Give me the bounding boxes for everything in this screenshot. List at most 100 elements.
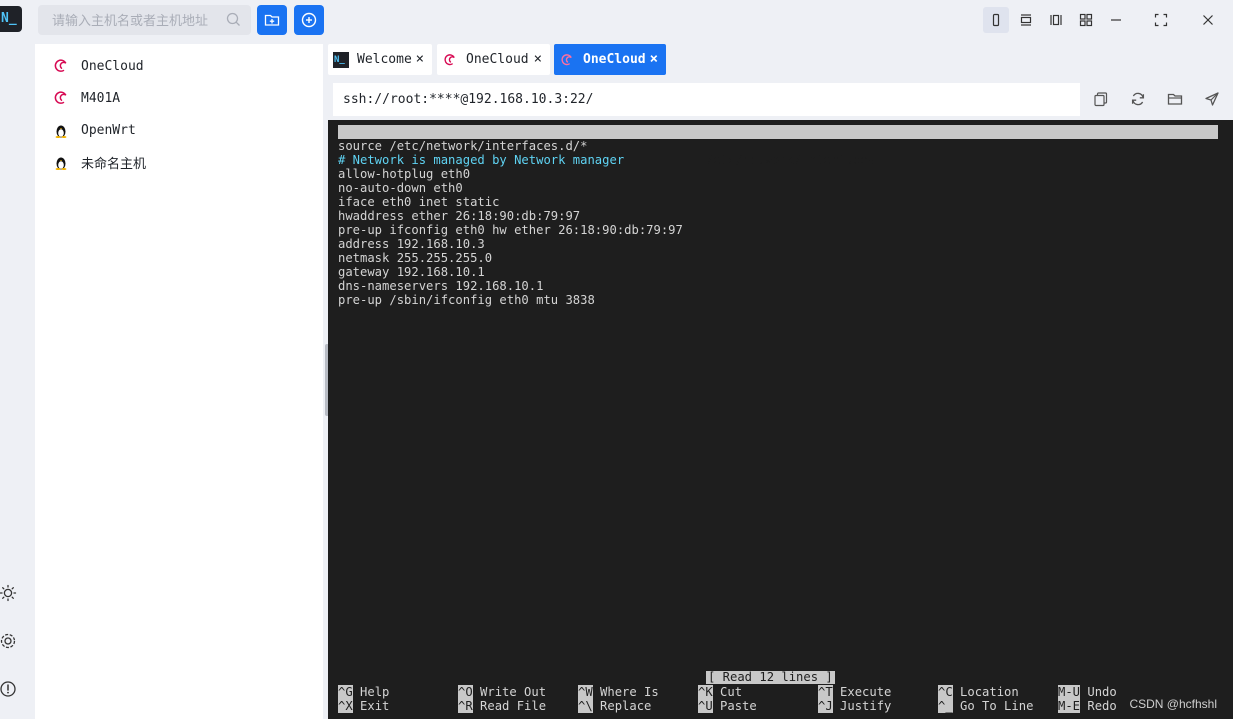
shortcut-help: ^G Help: [338, 685, 389, 699]
search-input[interactable]: [38, 5, 223, 35]
linux-penguin-icon: [53, 154, 69, 170]
shortcut-label: Cut: [720, 685, 743, 699]
left-rail: N_: [0, 0, 28, 719]
shortcut-label: Help: [360, 685, 390, 699]
copy-icon[interactable]: [1093, 91, 1109, 107]
nano-filename: /etc/network/interfaces: [706, 153, 875, 167]
sidebar-host-label: 未命名主机: [81, 156, 147, 172]
new-folder-button[interactable]: [257, 5, 287, 35]
app-window: N_ 请输入主机名或者主机地址 OneCloud M401A OpenWrt 未…: [0, 0, 1233, 719]
tab-close-icon[interactable]: ×: [650, 51, 658, 67]
debian-icon: [53, 58, 69, 74]
debian-icon: [442, 52, 458, 68]
shortcut-write-out: ^O Write Out: [458, 685, 546, 699]
shortcut-key: ^_: [938, 699, 953, 713]
shortcut-key: ^W: [578, 685, 593, 699]
tab-onecloud-2[interactable]: OneCloud ×: [554, 44, 666, 75]
sidebar-host-openwrt[interactable]: OpenWrt: [53, 118, 136, 142]
shortcut-label: Read File: [480, 699, 547, 713]
tab-close-icon[interactable]: ×: [416, 51, 424, 67]
shortcut-label: Justify: [840, 699, 892, 713]
terminal-line: pre-up /sbin/ifconfig eth0 mtu 3838: [338, 293, 595, 307]
shortcut-location: ^C Location: [938, 685, 1019, 699]
shortcut-label: Exit: [360, 699, 390, 713]
add-host-button[interactable]: [294, 5, 324, 35]
terminal-line: hwaddress ether 26:18:90:db:79:97: [338, 209, 581, 223]
layout-single-button[interactable]: [983, 7, 1009, 33]
shortcut-label: Where Is: [600, 685, 659, 699]
sidebar-host-onecloud[interactable]: OneCloud: [53, 54, 144, 78]
terminal-line-comment: # Network is managed by Network manager: [338, 153, 625, 167]
debian-icon: [53, 90, 69, 106]
watermark: CSDN @hcfhshl: [1129, 697, 1217, 711]
shortcut-replace: ^\ Replace: [578, 699, 651, 713]
search-icon[interactable]: [226, 12, 241, 27]
sidebar-host-m401a[interactable]: M401A: [53, 86, 120, 110]
terminal-line: netmask 255.255.255.0: [338, 251, 493, 265]
host-search[interactable]: [38, 5, 251, 35]
close-icon: [1203, 15, 1213, 25]
terminal[interactable]: GNU nano 5.4 /etc/network/interfaces sou…: [328, 120, 1233, 719]
shortcut-cut: ^K Cut: [698, 685, 742, 699]
shortcut-key: M-E: [1058, 699, 1081, 713]
layout-grid-icon: [1079, 13, 1093, 27]
info-icon[interactable]: [0, 680, 18, 698]
theme-sun-icon[interactable]: [0, 584, 18, 602]
terminal-line: no-auto-down eth0: [338, 181, 463, 195]
shortcut-label: Redo: [1087, 699, 1117, 713]
layout-columns-icon: [1050, 14, 1062, 26]
nano-status-message: [ Read 12 lines ]: [706, 670, 835, 684]
settings-gear-icon[interactable]: [0, 632, 18, 650]
tab-label: OneCloud: [466, 52, 529, 67]
tab-label: Welcome: [357, 52, 412, 67]
sidebar-host-unnamed[interactable]: 未命名主机: [53, 150, 146, 174]
shortcut-execute: ^T Execute: [818, 685, 891, 699]
refresh-icon[interactable]: [1130, 91, 1146, 107]
layout-horizontal-button[interactable]: [1013, 7, 1039, 33]
sidebar-host-label: M401A: [81, 90, 121, 106]
folder-plus-icon: [264, 14, 280, 26]
shortcut-label: Execute: [840, 685, 892, 699]
maximize-icon: [1154, 13, 1168, 27]
terminal-line: address 192.168.10.3: [338, 237, 485, 251]
tab-close-icon[interactable]: ×: [534, 51, 542, 67]
shortcut-key: ^T: [818, 685, 833, 699]
folder-open-icon[interactable]: [1167, 91, 1183, 107]
sidebar-host-label: OneCloud: [81, 58, 144, 74]
host-sidebar: OneCloud M401A OpenWrt 未命名主机: [35, 44, 323, 719]
tab-label: OneCloud: [583, 52, 646, 67]
sidebar-host-label: OpenWrt: [81, 122, 136, 138]
shortcut-key: M-U: [1058, 685, 1081, 699]
shortcut-exit: ^X Exit: [338, 699, 389, 713]
shortcut-read-file: ^R Read File: [458, 699, 546, 713]
terminal-line: gateway 192.168.10.1: [338, 265, 485, 279]
maximize-button[interactable]: [1148, 7, 1174, 33]
terminal-line: iface eth0 inet static: [338, 195, 500, 209]
minimize-button[interactable]: [1103, 7, 1129, 33]
layout-rows-icon: [1020, 14, 1032, 26]
shortcut-where-is: ^W Where Is: [578, 685, 659, 699]
shortcut-go-to-line: ^_ Go To Line: [938, 699, 1033, 713]
shortcut-label: Location: [960, 685, 1019, 699]
shortcut-redo: M-E Redo: [1058, 699, 1117, 713]
minimize-icon: [1111, 19, 1121, 21]
terminal-line: source /etc/network/interfaces.d/*: [338, 139, 588, 153]
close-window-button[interactable]: [1195, 7, 1221, 33]
shortcut-label: Write Out: [480, 685, 547, 699]
shortcut-key: ^G: [338, 685, 353, 699]
shortcut-key: ^U: [698, 699, 713, 713]
shortcut-key: ^X: [338, 699, 353, 713]
shortcut-label: Undo: [1087, 685, 1117, 699]
app-logo-icon: N_: [333, 51, 349, 68]
connection-address[interactable]: ssh://root:****@192.168.10.3:22/: [333, 83, 1080, 116]
layout-grid-button[interactable]: [1073, 7, 1099, 33]
send-icon[interactable]: [1204, 91, 1220, 107]
linux-penguin-icon: [53, 122, 69, 138]
tab-onecloud-1[interactable]: OneCloud ×: [437, 44, 550, 75]
layout-vertical-button[interactable]: [1043, 7, 1069, 33]
address-toolbar: [1080, 83, 1233, 116]
terminal-line: allow-hotplug eth0: [338, 167, 471, 181]
tab-welcome[interactable]: N_ Welcome ×: [328, 44, 432, 75]
shortcut-undo: M-U Undo: [1058, 685, 1117, 699]
plus-circle-icon: [301, 12, 317, 28]
